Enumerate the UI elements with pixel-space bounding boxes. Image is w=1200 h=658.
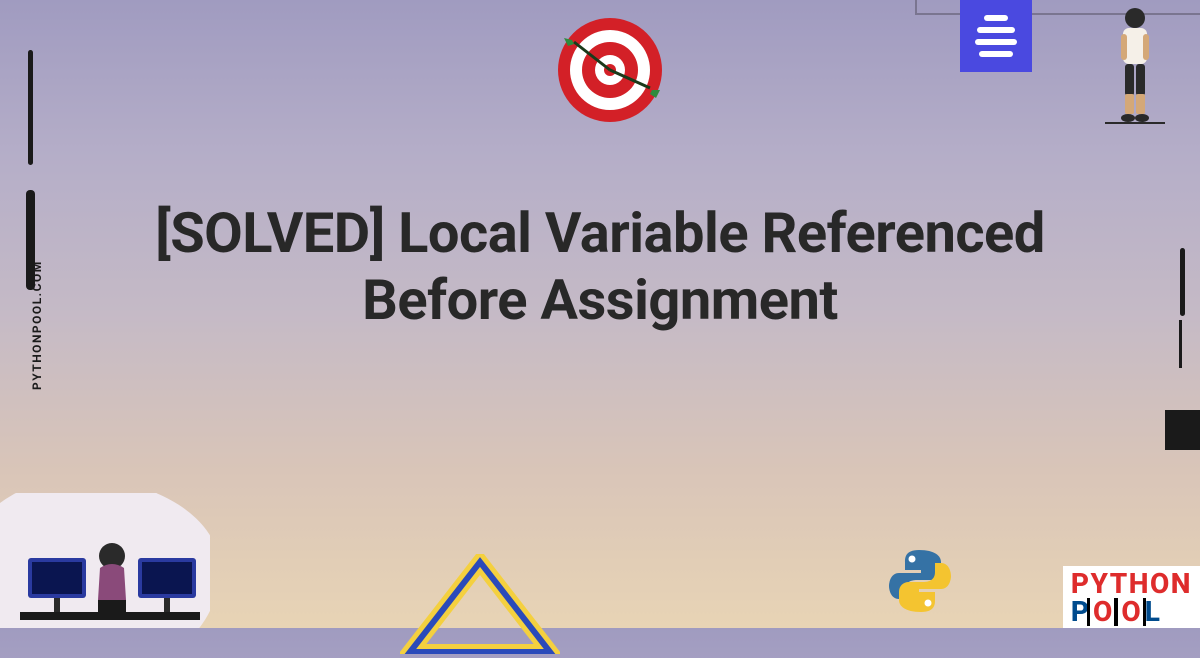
- menu-icon: [960, 0, 1032, 72]
- page-title: [SOLVED] Local Variable Referenced Befor…: [120, 200, 1080, 334]
- workspace-illustration: [0, 493, 210, 628]
- brand-logo: PYTHON P O O L: [1063, 566, 1200, 628]
- vertical-decoration-1: [28, 50, 33, 165]
- site-url-watermark: PYTHONPOOL.COM: [30, 260, 44, 390]
- python-logo-icon: [885, 546, 955, 620]
- target-icon: [550, 10, 670, 134]
- vertical-decoration-right-1: [1180, 248, 1185, 316]
- brand-line-2: P O O L: [1071, 598, 1192, 626]
- standing-person-icon: [1105, 6, 1165, 128]
- vertical-decoration-right-2: [1179, 320, 1182, 368]
- black-square-decoration: [1165, 410, 1200, 450]
- brand-line-1: PYTHON: [1071, 570, 1192, 598]
- triangle-icon: [400, 554, 560, 658]
